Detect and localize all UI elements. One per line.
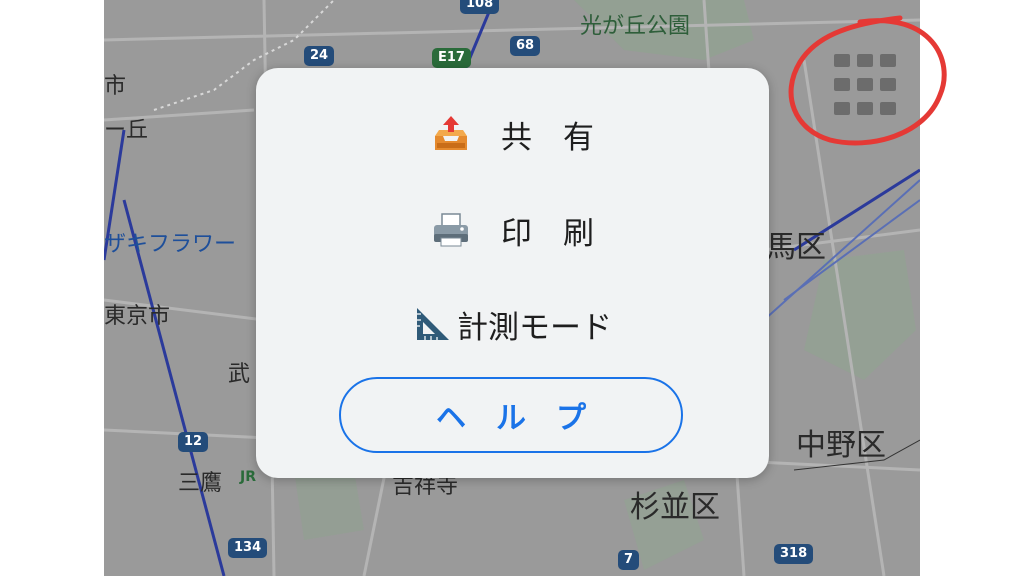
print-label: 印 刷 <box>501 215 594 252</box>
map-label-musashi: 武 <box>228 362 251 387</box>
map-label-jr: JR <box>240 469 256 485</box>
printer-icon <box>431 210 471 250</box>
popup-menu: 共 有 印 刷 計測モード ヘ ル プ <box>256 68 769 478</box>
grid-dot-icon <box>857 78 873 91</box>
grid-dot-icon <box>880 54 896 67</box>
map-label-city: 東京市 <box>104 304 171 329</box>
grid-dot-icon <box>834 54 850 67</box>
route-shield-24: 24 <box>304 46 335 66</box>
help-label: ヘ ル プ <box>436 401 586 436</box>
route-shield-e17: E17 <box>432 48 471 68</box>
share-menu-item[interactable]: 共 有 <box>256 104 769 164</box>
map-label-mitaka: 三鷹 <box>178 471 223 496</box>
measure-mode-label: 計測モード <box>457 309 612 346</box>
map-label-nakano: 中野区 <box>796 428 886 463</box>
outbox-tray-icon <box>431 114 471 154</box>
route-shield-318: 318 <box>774 544 814 564</box>
print-menu-item[interactable]: 印 刷 <box>256 200 769 260</box>
apps-grid-button[interactable] <box>830 50 900 120</box>
route-shield-68: 68 <box>510 36 541 56</box>
route-shield-108: 108 <box>460 0 500 14</box>
grid-dot-icon <box>880 78 896 91</box>
map-label-shi: 市 <box>104 74 127 99</box>
share-label: 共 有 <box>501 119 594 156</box>
route-shield-7: 7 <box>618 550 640 570</box>
grid-dot-icon <box>857 54 873 67</box>
measure-mode-menu-item[interactable]: 計測モード <box>256 294 769 354</box>
map-label-park: 光が丘公園 <box>580 14 691 39</box>
triangular-ruler-icon <box>413 304 453 344</box>
grid-dot-icon <box>880 102 896 115</box>
grid-dot-icon <box>834 78 850 91</box>
map-label-oka: ー丘 <box>104 118 149 143</box>
map-label-suginami: 杉並区 <box>630 490 720 525</box>
help-button[interactable]: ヘ ル プ <box>339 377 683 453</box>
map-label-flower: ザキフラワー <box>104 232 237 257</box>
grid-dot-icon <box>857 102 873 115</box>
map-label-nerima: 馬区 <box>766 230 826 265</box>
grid-dot-icon <box>834 102 850 115</box>
route-shield-12: 12 <box>178 432 209 452</box>
route-shield-134: 134 <box>228 538 268 558</box>
